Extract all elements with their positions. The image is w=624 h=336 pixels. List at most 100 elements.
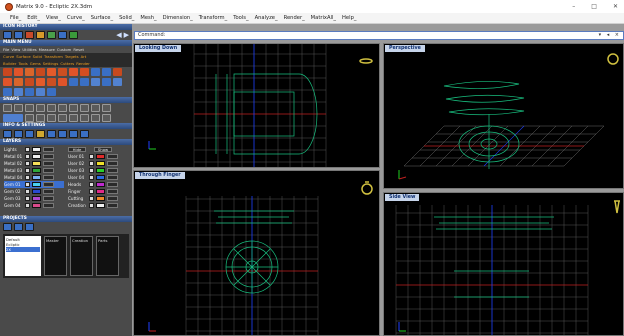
layer-visible-checkbox[interactable] [25, 147, 30, 152]
history-solid-icon[interactable] [47, 31, 56, 39]
tool-rectangle-icon[interactable] [47, 68, 56, 76]
layer-color-swatch[interactable] [96, 154, 105, 159]
viewport-front[interactable]: Through Finger [133, 170, 380, 336]
tool-blue-9-icon[interactable] [36, 88, 45, 96]
snap-mid-icon[interactable] [36, 104, 45, 112]
category-surface[interactable]: Surface [16, 54, 30, 59]
layer-visible-checkbox[interactable] [89, 161, 94, 166]
layer-visible-checkbox[interactable] [89, 189, 94, 194]
project-save-icon[interactable] [25, 223, 34, 231]
viewport-perspective-label[interactable]: Perspective [385, 45, 425, 52]
layer-row[interactable]: Metal 02 [4, 160, 64, 167]
tool-blue-6-icon[interactable] [3, 88, 12, 96]
tool-join-icon[interactable] [14, 78, 23, 86]
layer-color-swatch[interactable] [32, 175, 41, 180]
layer-row[interactable]: Lights [4, 146, 64, 153]
tool-polyline-icon[interactable] [25, 68, 34, 76]
tool-offset-icon[interactable] [80, 68, 89, 76]
tool-trim-icon[interactable] [113, 68, 122, 76]
layer-material-box[interactable] [107, 175, 118, 180]
tool-fillet-icon[interactable] [25, 78, 34, 86]
category-gems[interactable]: Gems [30, 61, 41, 66]
info-render-icon[interactable] [47, 130, 56, 138]
layers-show-button[interactable]: Show [94, 147, 112, 152]
layer-material-box[interactable] [107, 203, 118, 208]
viewport-side-label[interactable]: Side View [385, 194, 420, 201]
tab-reset[interactable]: Reset [73, 47, 84, 52]
layer-row[interactable]: Cutting [68, 195, 128, 202]
category-cutters[interactable]: Cutters [60, 61, 74, 66]
menu-mesh[interactable]: Mesh_ [140, 15, 156, 21]
layer-color-swatch[interactable] [96, 161, 105, 166]
layer-material-box[interactable] [107, 196, 118, 201]
category-targets[interactable]: Targets [65, 54, 79, 59]
info-notes-icon[interactable] [69, 130, 78, 138]
tool-spline-icon[interactable] [69, 68, 78, 76]
layer-row[interactable]: Metal 03 [4, 167, 64, 174]
project-item[interactable]: 2X [6, 247, 40, 252]
layer-material-box[interactable] [107, 154, 118, 159]
category-settings[interactable]: Settings [43, 61, 59, 66]
snap-center-icon[interactable] [47, 104, 56, 112]
snap-quad-icon[interactable] [91, 104, 100, 112]
history-surface-icon[interactable] [36, 31, 45, 39]
info-gold-icon[interactable] [36, 130, 45, 138]
layer-row[interactable]: User 04 [68, 174, 128, 181]
command-controls[interactable]: ▾ ◂ × [599, 32, 621, 39]
menu-transform[interactable]: Transform_ [199, 15, 227, 21]
tool-blue-4-icon[interactable] [102, 78, 111, 86]
tool-arc-icon[interactable] [14, 68, 23, 76]
project-thumb[interactable]: Master [44, 236, 67, 276]
category-curve[interactable]: Curve [3, 54, 14, 59]
menu-curve[interactable]: Curve_ [67, 15, 85, 21]
layer-material-box[interactable] [107, 182, 118, 187]
info-properties-icon[interactable] [3, 130, 12, 138]
layer-color-swatch[interactable] [32, 189, 41, 194]
layer-visible-checkbox[interactable] [89, 203, 94, 208]
layer-visible-checkbox[interactable] [25, 161, 30, 166]
layer-material-box[interactable] [43, 203, 54, 208]
snap-intersect-icon[interactable] [58, 104, 67, 112]
snap-tan-icon[interactable] [80, 104, 89, 112]
layer-row-selected[interactable]: Gem 01 [4, 181, 64, 188]
menu-tools[interactable]: Tools_ [233, 15, 248, 21]
snap-filter-icon[interactable] [102, 114, 111, 122]
tab-view[interactable]: View [11, 47, 20, 52]
viewport-side[interactable]: Side View [383, 192, 624, 336]
close-button[interactable]: ✕ [613, 3, 618, 10]
layer-color-swatch[interactable] [32, 203, 41, 208]
layer-material-box[interactable] [43, 175, 54, 180]
tab-file[interactable]: File [3, 47, 9, 52]
viewport-top-label[interactable]: Looking Down [135, 45, 182, 52]
snap-smarttrack-icon[interactable] [69, 114, 78, 122]
layer-visible-checkbox[interactable] [25, 182, 30, 187]
snap-gumball-icon[interactable] [80, 114, 89, 122]
command-line[interactable]: Command: ▾ ◂ × [134, 31, 624, 40]
snap-planar-icon[interactable] [47, 114, 56, 122]
minimize-button[interactable]: – [572, 3, 575, 10]
history-open-icon[interactable] [14, 31, 23, 39]
snap-point-icon[interactable] [25, 104, 34, 112]
tool-blue-7-icon[interactable] [14, 88, 23, 96]
info-layers-icon[interactable] [14, 130, 23, 138]
tool-blue-5-icon[interactable] [113, 78, 122, 86]
maximize-button[interactable]: □ [591, 3, 597, 10]
tool-blue-8-icon[interactable] [25, 88, 34, 96]
tab-utilities[interactable]: Utilities [22, 47, 36, 52]
snap-end-icon[interactable] [3, 104, 12, 112]
history-tool-icon[interactable] [58, 31, 67, 39]
snap-grid-icon[interactable] [25, 114, 34, 122]
tool-mirror-icon[interactable] [36, 78, 45, 86]
layer-material-box[interactable] [107, 189, 118, 194]
menu-render[interactable]: Render_ [284, 15, 305, 21]
layer-row[interactable]: Metal 04 [4, 174, 64, 181]
tool-rebuild-icon[interactable] [58, 78, 67, 86]
layer-material-box[interactable] [43, 161, 54, 166]
tool-blue-10-icon[interactable] [47, 88, 56, 96]
history-gem-icon[interactable] [69, 31, 78, 39]
layer-color-swatch[interactable] [96, 175, 105, 180]
history-forward-icon[interactable]: ▶ [124, 31, 129, 39]
project-open-icon[interactable] [14, 223, 23, 231]
layer-row[interactable]: Gem 02 [4, 188, 64, 195]
layer-color-swatch[interactable] [96, 189, 105, 194]
